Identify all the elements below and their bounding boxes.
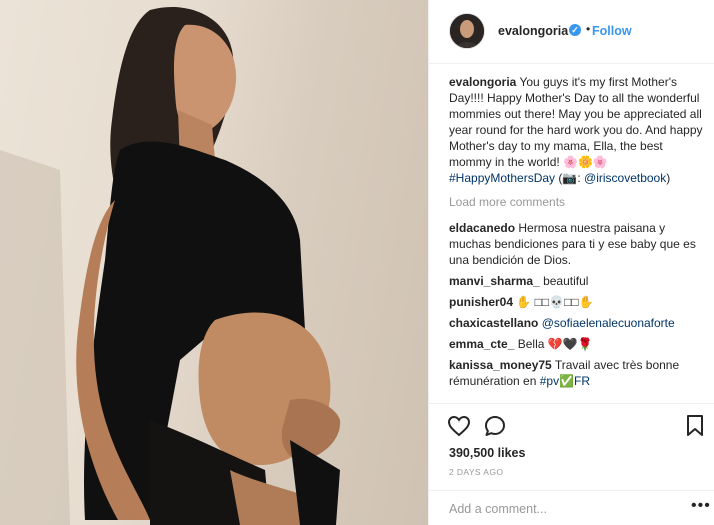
post-timestamp[interactable]: 2 DAYS AGO: [449, 467, 503, 477]
heart-icon[interactable]: [447, 414, 471, 438]
comment-text: beautiful: [543, 274, 589, 288]
caption-credit-handle[interactable]: @iriscovetbook: [584, 171, 666, 185]
comment-item: punisher04 ✋ □□💀□□✋: [449, 294, 703, 310]
avatar-image: [450, 14, 484, 48]
profile-avatar[interactable]: [449, 13, 485, 49]
post-sidebar: evalongoria ✓ • Follow evalongoria You g…: [428, 0, 714, 525]
action-bar: [429, 403, 714, 447]
comment-username[interactable]: chaxicastellano: [449, 316, 538, 330]
more-options-icon[interactable]: •••: [691, 497, 711, 515]
comment-username[interactable]: manvi_sharma_: [449, 274, 540, 288]
caption-credit-prefix: (📷:: [555, 171, 585, 185]
comment-username[interactable]: eldacanedo: [449, 221, 515, 235]
verified-badge-icon: ✓: [569, 24, 581, 36]
comment-text: Bella 💔🖤🌹: [517, 337, 593, 351]
post-caption: evalongoria You guys it's my first Mothe…: [449, 74, 703, 186]
comment-item: kanissa_money75 Travail avec très bonne …: [449, 357, 703, 389]
instagram-post: evalongoria ✓ • Follow evalongoria You g…: [0, 0, 714, 525]
add-comment-section: •••: [429, 490, 714, 525]
follow-button[interactable]: Follow: [592, 24, 632, 38]
comment-username[interactable]: kanissa_money75: [449, 358, 552, 372]
likes-count[interactable]: 390,500 likes: [449, 446, 525, 460]
comment-hashtag[interactable]: #pv✅FR: [540, 374, 590, 388]
caption-text: You guys it's my first Mother's Day!!!! …: [449, 75, 703, 169]
load-more-comments-button[interactable]: Load more comments: [449, 194, 703, 210]
comment-username[interactable]: punisher04: [449, 295, 513, 309]
caption-username[interactable]: evalongoria: [449, 75, 516, 89]
post-header: evalongoria ✓ • Follow: [429, 0, 714, 64]
comment-text: ✋ □□💀□□✋: [516, 295, 594, 309]
comment-username[interactable]: emma_cte_: [449, 337, 514, 351]
add-comment-input[interactable]: [449, 500, 669, 518]
header-separator-dot: •: [586, 22, 591, 36]
comment-item: emma_cte_ Bella 💔🖤🌹: [449, 336, 703, 352]
caption-hashtag[interactable]: #HappyMothersDay: [449, 171, 555, 185]
comment-item: manvi_sharma_ beautiful: [449, 273, 703, 289]
header-username[interactable]: evalongoria: [498, 24, 568, 38]
caption-credit-suffix: ): [666, 171, 671, 185]
comment-mention[interactable]: @sofiaelenalecuonaforte: [542, 316, 675, 330]
post-photo[interactable]: [0, 0, 428, 525]
bookmark-icon[interactable]: [685, 414, 705, 438]
pregnant-woman-photo: [0, 6, 341, 525]
comment-icon[interactable]: [483, 414, 507, 438]
comment-item: chaxicastellano @sofiaelenalecuonaforte: [449, 315, 703, 331]
comments-list[interactable]: evalongoria You guys it's my first Mothe…: [449, 74, 703, 402]
comment-item: eldacanedo Hermosa nuestra paisana y muc…: [449, 220, 703, 268]
